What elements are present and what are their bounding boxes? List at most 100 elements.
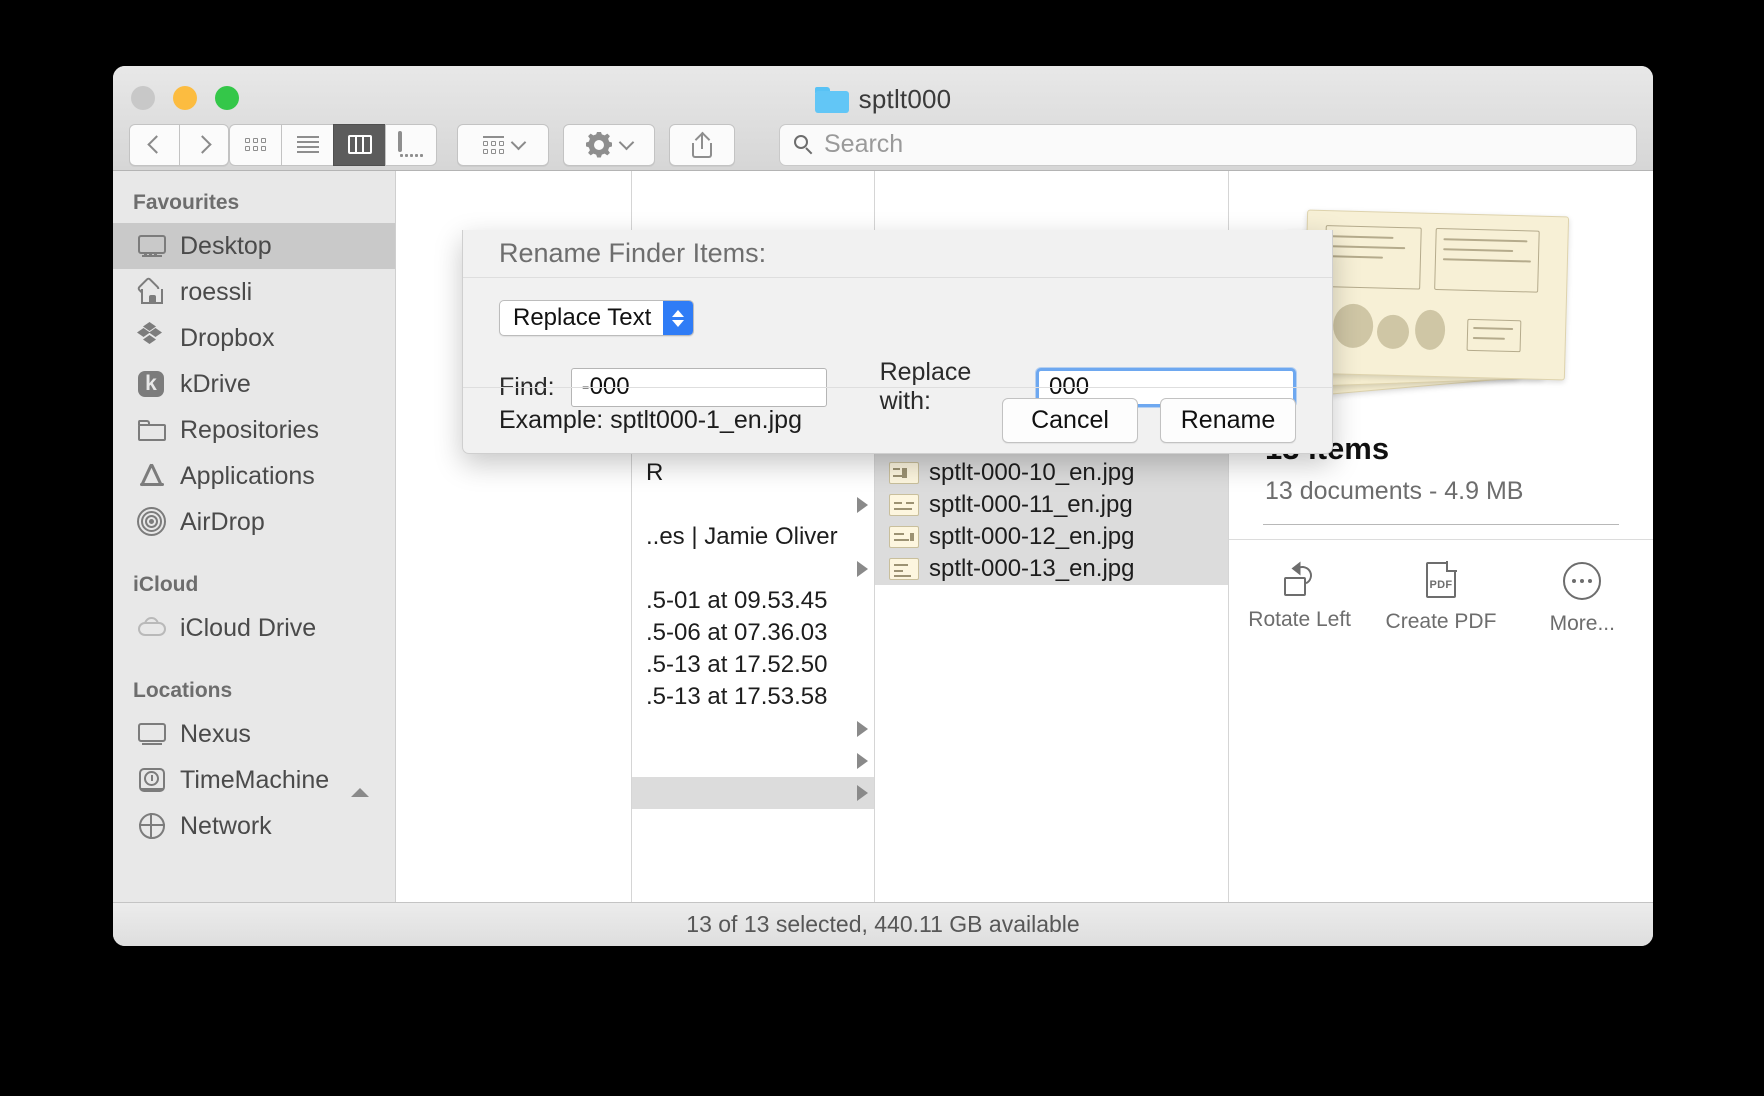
share-button[interactable] (669, 123, 735, 166)
sidebar-item-timemachine[interactable]: TimeMachine (113, 757, 395, 803)
screen: sptlt000 Search Favourites Desktop roess… (0, 0, 1764, 1096)
file-name: R (646, 459, 664, 486)
sidebar-item-repositories[interactable]: Repositories (113, 407, 395, 453)
rename-mode-select[interactable]: Replace Text (499, 300, 695, 336)
sidebar-item-label: Nexus (180, 719, 251, 748)
sidebar-item-label: AirDrop (180, 507, 265, 536)
file-name: sptlt-000-13_en.jpg (929, 555, 1135, 582)
list-item[interactable] (632, 713, 874, 745)
columns-icon (347, 135, 372, 154)
more-button[interactable]: More... (1522, 562, 1642, 636)
list-item[interactable]: sptlt-000-10_en.jpg (875, 457, 1228, 489)
sidebar-item-label: Dropbox (180, 323, 275, 352)
sidebar-item-dropbox[interactable]: Dropbox (113, 315, 395, 361)
sidebar-item-nexus[interactable]: Nexus (113, 711, 395, 757)
example-text: Example: sptlt000-1_en.jpg (499, 406, 802, 434)
sidebar-item-desktop[interactable]: Desktop (113, 223, 395, 269)
file-name: sptlt-000-12_en.jpg (929, 523, 1135, 550)
list-item[interactable]: .5-13 at 17.52.50 (632, 649, 874, 681)
rotate-left-button[interactable]: Rotate Left (1240, 561, 1360, 636)
sidebar[interactable]: Favourites Desktop roessli Dropbox k kDr… (113, 171, 396, 902)
list-item[interactable]: .5-06 at 07.36.03 (632, 617, 874, 649)
list-item[interactable]: sptlt-000-13_en.jpg (875, 553, 1228, 585)
file-name: .5-01 at 09.53.45 (646, 587, 828, 614)
sidebar-item-network[interactable]: Network (113, 803, 395, 849)
preview-sheet (1302, 209, 1570, 381)
sidebar-item-icloud-drive[interactable]: iCloud Drive (113, 605, 395, 651)
sidebar-item-label: kDrive (180, 369, 251, 398)
cancel-button[interactable]: Cancel (1002, 398, 1138, 443)
column-view-button[interactable] (333, 123, 385, 166)
list-item[interactable]: sptlt-000-12_en.jpg (875, 521, 1228, 553)
rename-button[interactable]: Rename (1160, 398, 1296, 443)
list-view-button[interactable] (281, 123, 333, 166)
display-icon (137, 719, 167, 749)
sidebar-item-roessli[interactable]: roessli (113, 269, 395, 315)
ellipsis-icon (1563, 562, 1602, 600)
list-item[interactable]: sptlt-000-11_en.jpg (875, 489, 1228, 521)
action-menu-button[interactable] (563, 123, 655, 166)
file-name: .5-13 at 17.52.50 (646, 651, 828, 678)
chevron-down-icon (618, 134, 635, 151)
search-input[interactable]: Search (779, 123, 1637, 166)
list-item[interactable]: ..es | Jamie Oliver (632, 521, 874, 553)
list-item[interactable]: .5-01 at 09.53.45 (632, 585, 874, 617)
dialog-heading: Rename Finder Items: (463, 230, 1332, 278)
toolbar: Search (113, 118, 1653, 171)
list-item[interactable] (632, 553, 874, 585)
status-bar-text: 13 of 13 selected, 440.11 GB available (686, 911, 1080, 937)
list-item[interactable] (632, 777, 874, 809)
gallery-icon (398, 130, 424, 157)
kdrive-icon: k (137, 369, 167, 399)
sidebar-item-kdrive[interactable]: k kDrive (113, 361, 395, 407)
sidebar-item-label: Desktop (180, 231, 272, 260)
list-item[interactable]: .5-13 at 17.53.58 (632, 681, 874, 713)
sidebar-item-label: iCloud Drive (180, 613, 317, 642)
image-thumbnail-icon (889, 558, 919, 580)
list-icon (296, 136, 319, 153)
group-by-button[interactable] (457, 123, 549, 166)
window-title-text: sptlt000 (858, 84, 952, 114)
gallery-view-button[interactable] (385, 123, 437, 166)
disclosure-arrow-icon (857, 785, 868, 801)
sidebar-section-icloud-header: iCloud (133, 573, 199, 596)
file-name: .5-13 at 17.53.58 (646, 683, 828, 710)
eject-icon[interactable] (351, 771, 369, 797)
icon-view-button[interactable] (229, 123, 281, 166)
disclosure-arrow-icon (857, 753, 868, 769)
file-name: .5-06 at 07.36.03 (646, 619, 828, 646)
finder-window: sptlt000 Search Favourites Desktop roess… (113, 66, 1653, 946)
sidebar-item-label: Network (180, 811, 272, 840)
pdf-icon: PDF (1425, 561, 1457, 598)
status-bar: 13 of 13 selected, 440.11 GB available (113, 902, 1653, 946)
group-by-icon (482, 135, 504, 154)
disclosure-arrow-icon (857, 497, 868, 513)
dropbox-icon (137, 322, 167, 353)
globe-icon (137, 811, 167, 841)
sidebar-divider (113, 545, 395, 567)
list-item[interactable] (632, 489, 874, 521)
list-item[interactable]: R (632, 457, 874, 489)
sidebar-divider (113, 651, 395, 673)
sidebar-item-airdrop[interactable]: AirDrop (113, 499, 395, 545)
chevron-left-icon (147, 135, 166, 154)
quick-action-label: Create PDF (1385, 610, 1497, 633)
list-item[interactable] (632, 745, 874, 777)
view-mode-segmented-control (229, 123, 437, 166)
rotate-left-icon (1281, 561, 1319, 596)
folder-icon (137, 415, 167, 445)
disclosure-arrow-icon (857, 721, 868, 737)
create-pdf-button[interactable]: PDF Create PDF (1381, 561, 1501, 636)
preview-divider (1263, 524, 1619, 525)
file-name: ..es | Jamie Oliver (646, 523, 838, 550)
sidebar-item-applications[interactable]: Applications (113, 453, 395, 499)
chevron-right-icon (192, 135, 212, 154)
chevron-down-icon (510, 134, 526, 151)
sidebar-item-label: TimeMachine (180, 765, 330, 794)
applications-icon (137, 461, 167, 491)
forward-button[interactable] (179, 123, 229, 166)
timemachine-disk-icon (137, 765, 167, 795)
back-button[interactable] (129, 123, 179, 166)
sidebar-item-label: roessli (180, 277, 253, 306)
cancel-button-label: Cancel (1031, 406, 1109, 434)
